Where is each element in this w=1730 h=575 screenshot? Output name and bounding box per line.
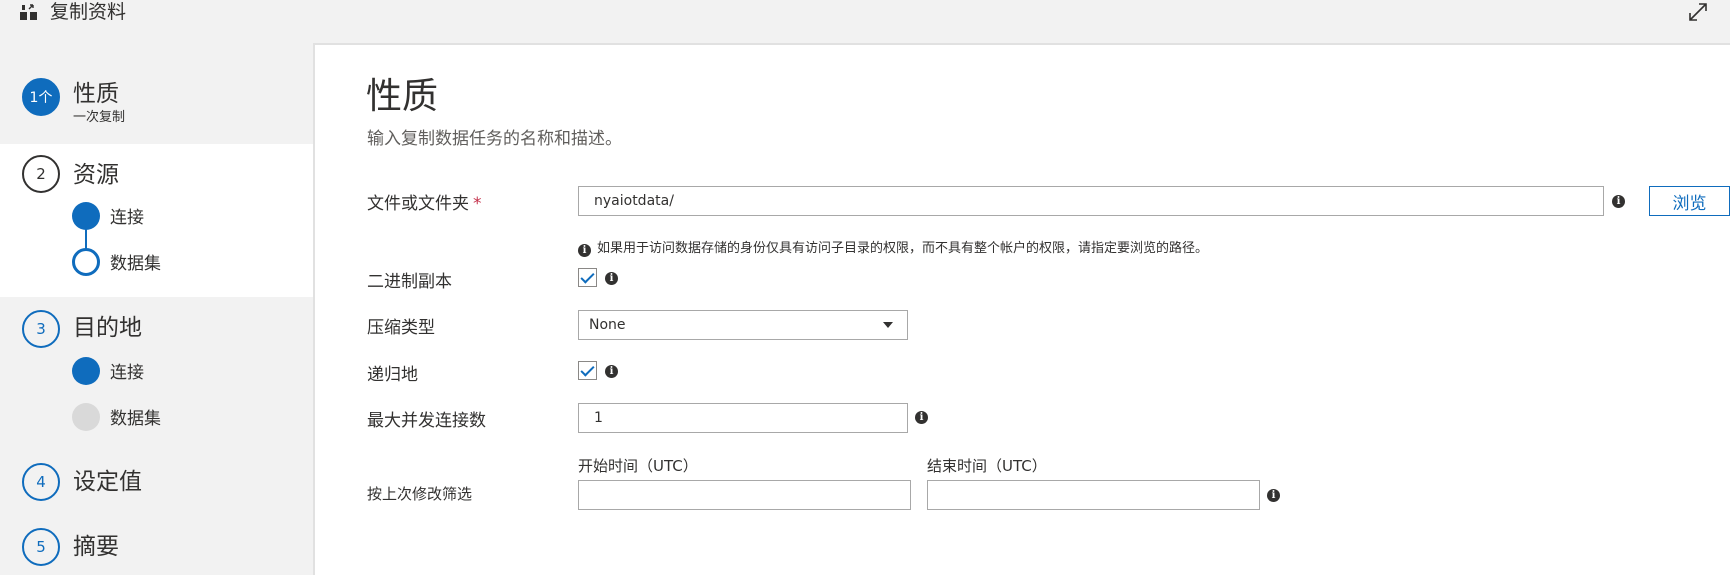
recursively-label: 递归地 bbox=[367, 365, 418, 385]
substep-pending-dot bbox=[72, 403, 100, 431]
step-summary[interactable]: 5 摘要 bbox=[0, 523, 313, 575]
file-or-folder-input[interactable] bbox=[578, 186, 1604, 216]
binary-copy-checkbox[interactable] bbox=[578, 268, 597, 287]
substep-complete-dot bbox=[72, 202, 100, 230]
info-icon[interactable]: i bbox=[1612, 195, 1625, 208]
page-title: 性质 bbox=[366, 76, 439, 117]
start-time-label: 开始时间（UTC） bbox=[578, 457, 698, 475]
info-icon[interactable]: i bbox=[1267, 489, 1280, 502]
step-settings[interactable]: 4 设定值 bbox=[0, 458, 313, 514]
binary-copy-label: 二进制副本 bbox=[367, 272, 452, 292]
filter-last-modified-label: 按上次修改筛选 bbox=[367, 485, 473, 503]
step-number: 2 bbox=[22, 155, 60, 193]
required-mark: * bbox=[473, 194, 482, 214]
substep-connection[interactable]: 连接 bbox=[110, 358, 144, 383]
step-source[interactable]: 2 资源 连接 数据集 bbox=[0, 144, 313, 297]
chevron-down-icon bbox=[883, 322, 893, 328]
app-title: 复制资料 bbox=[50, 1, 127, 23]
info-icon: i bbox=[578, 244, 591, 257]
compression-type-dropdown[interactable]: None bbox=[578, 310, 908, 340]
properties-panel: 性质 输入复制数据任务的名称和描述。 文件或文件夹* i 浏览 i如果用于访问数… bbox=[313, 43, 1730, 575]
step-number: 3 bbox=[22, 310, 60, 348]
step-properties[interactable]: 1个 性质 一次复制 bbox=[0, 70, 313, 132]
substep-connection[interactable]: 连接 bbox=[110, 203, 144, 228]
page-description: 输入复制数据任务的名称和描述。 bbox=[367, 129, 622, 149]
substep-dataset[interactable]: 数据集 bbox=[110, 404, 161, 429]
copy-data-icon bbox=[20, 4, 37, 20]
step-number: 1个 bbox=[22, 78, 60, 116]
max-concurrent-label: 最大并发连接数 bbox=[367, 411, 486, 431]
step-label: 摘要 bbox=[73, 534, 119, 560]
recursively-checkbox[interactable] bbox=[578, 361, 597, 380]
substep-current-dot bbox=[72, 248, 100, 276]
compression-type-label: 压缩类型 bbox=[367, 318, 435, 338]
end-time-label: 结束时间（UTC） bbox=[927, 457, 1047, 475]
step-label: 目的地 bbox=[73, 315, 142, 341]
step-destination[interactable]: 3 目的地 连接 数据集 bbox=[0, 297, 313, 457]
expand-icon[interactable] bbox=[1686, 0, 1710, 24]
step-label: 性质 bbox=[73, 81, 119, 107]
path-hint: i 如果用于访问数据存储的身份仅具有访问子目录的权限，而不具有整个帐户的权限，请指… bbox=[578, 237, 1208, 257]
file-or-folder-label: 文件或文件夹 * bbox=[367, 194, 482, 214]
wizard-steps: 1个 性质 一次复制 2 资源 连接 数据集 3 目的地 连接 数据集 4 设定… bbox=[0, 40, 313, 575]
title-bar: 复制资料 bbox=[0, 0, 1730, 40]
end-time-input[interactable] bbox=[927, 480, 1260, 510]
step-number: 5 bbox=[22, 528, 60, 566]
start-time-input[interactable] bbox=[578, 480, 911, 510]
substep-complete-dot bbox=[72, 357, 100, 385]
step-label: 资源 bbox=[73, 162, 119, 188]
browse-button[interactable]: 浏览 bbox=[1649, 186, 1730, 216]
dropdown-value: None bbox=[589, 317, 626, 333]
step-sublabel: 一次复制 bbox=[73, 110, 126, 125]
substep-dataset[interactable]: 数据集 bbox=[110, 249, 161, 274]
step-number: 4 bbox=[22, 463, 60, 501]
info-icon[interactable]: i bbox=[605, 272, 618, 285]
info-icon[interactable]: i bbox=[915, 411, 928, 424]
step-label: 设定值 bbox=[73, 469, 142, 495]
max-concurrent-input[interactable] bbox=[578, 403, 908, 433]
info-icon[interactable]: i bbox=[605, 365, 618, 378]
